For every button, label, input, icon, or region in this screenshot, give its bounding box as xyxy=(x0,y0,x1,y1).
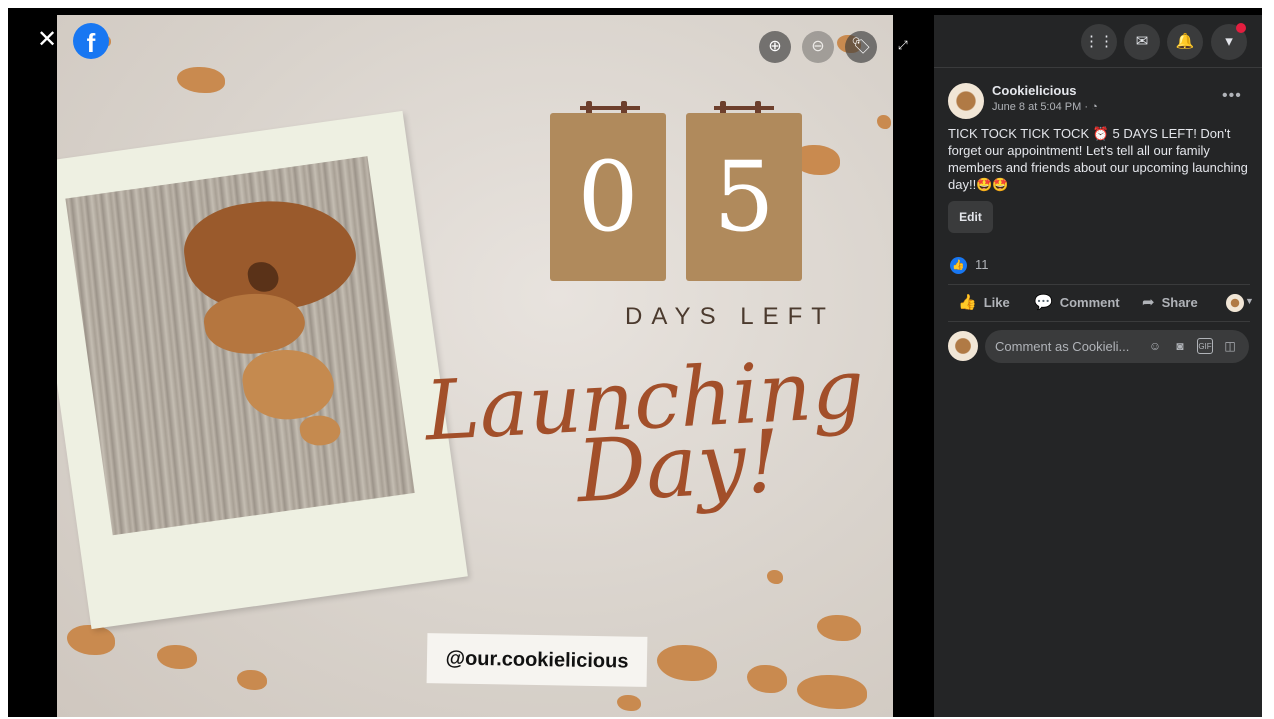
polaroid-frame xyxy=(57,110,468,630)
cookie-crumble xyxy=(238,343,338,426)
share-label: Share xyxy=(1161,295,1198,310)
post-side-panel: ⋮⋮ ✉ 🔔 ▾ Cookielicious June 8 at 5:04 PM… xyxy=(934,15,1262,717)
camera-icon[interactable]: ◙ xyxy=(1172,338,1188,354)
grid-menu-icon[interactable]: ⋮⋮ xyxy=(1081,24,1117,60)
commenter-avatar[interactable] xyxy=(948,331,978,361)
crumb-decoration xyxy=(237,670,267,690)
more-options-button[interactable]: ••• xyxy=(1222,87,1242,105)
share-as-avatar[interactable] xyxy=(1226,294,1244,312)
timestamp-text: June 8 at 5:04 PM · xyxy=(992,101,1092,113)
notification-dot xyxy=(1236,23,1246,33)
comment-icon: 💬 xyxy=(1034,294,1053,311)
close-icon[interactable]: ✕ xyxy=(37,27,59,53)
polaroid-photo xyxy=(65,156,415,536)
comment-label: Comment xyxy=(1059,295,1120,310)
share-button[interactable]: ➦ Share xyxy=(1142,293,1198,311)
like-label: Like xyxy=(983,295,1010,310)
divider xyxy=(948,321,1250,322)
cookie-crumble xyxy=(298,412,343,449)
comment-input[interactable] xyxy=(995,330,1145,363)
crumb-decoration xyxy=(67,625,115,655)
like-count[interactable]: 11 xyxy=(975,257,989,272)
instagram-handle: @our.cookielicious xyxy=(426,633,648,687)
post-timestamp[interactable]: June 8 at 5:04 PM · ◔ xyxy=(992,101,1098,113)
day-title: Day! xyxy=(574,411,783,523)
facebook-logo-icon[interactable]: f xyxy=(73,23,109,59)
share-icon: ➦ xyxy=(1142,294,1155,311)
crumb-decoration xyxy=(817,615,861,641)
sticker-icon[interactable]: ◫ xyxy=(1222,338,1238,354)
post-text: TICK TOCK TICK TOCK ⏰ 5 DAYS LEFT! Don't… xyxy=(948,126,1248,192)
caret-down-icon[interactable]: ▼ xyxy=(1245,296,1254,306)
crumb-decoration xyxy=(767,570,783,584)
countdown-digit-tens: 0 xyxy=(550,113,666,281)
crumb-decoration xyxy=(657,645,717,681)
edit-button[interactable]: Edit xyxy=(948,201,993,233)
globe-icon: ◔ xyxy=(1091,101,1098,113)
crumb-decoration xyxy=(747,665,787,693)
crumb-decoration xyxy=(797,675,867,709)
crumb-decoration xyxy=(877,115,891,129)
like-button[interactable]: 👍 Like xyxy=(958,293,1010,311)
thumbs-up-icon: 👍 xyxy=(958,294,977,311)
bell-icon[interactable]: 🔔 xyxy=(1167,24,1203,60)
fullscreen-icon[interactable]: ⤢ xyxy=(898,38,908,53)
messenger-icon[interactable]: ✉ xyxy=(1124,24,1160,60)
comment-button[interactable]: 💬 Comment xyxy=(1034,293,1120,311)
countdown-digit-ones: 5 xyxy=(686,113,802,281)
crumb-decoration xyxy=(157,645,197,669)
zoom-out-icon[interactable]: ⊖ xyxy=(802,31,834,63)
emoji-icon[interactable]: ☺ xyxy=(1147,338,1163,354)
like-reaction-icon[interactable]: 👍 xyxy=(950,257,967,274)
post-photo[interactable]: 0 5 DAYS LEFT Launching Day! @our.cookie… xyxy=(57,15,893,717)
tag-icon[interactable]: 🏷 xyxy=(845,31,877,63)
comment-box[interactable]: ☺ ◙ GIF ◫ xyxy=(985,330,1249,363)
days-left-label: DAYS LEFT xyxy=(625,303,835,330)
crumb-decoration xyxy=(177,67,225,93)
zoom-in-icon[interactable]: ⊕ xyxy=(759,31,791,63)
divider xyxy=(948,284,1250,285)
page-avatar[interactable] xyxy=(948,83,984,119)
crumb-decoration xyxy=(617,695,641,711)
page-name[interactable]: Cookielicious xyxy=(992,83,1077,98)
top-bar: ⋮⋮ ✉ 🔔 ▾ xyxy=(934,15,1262,68)
gif-icon[interactable]: GIF xyxy=(1197,338,1213,354)
